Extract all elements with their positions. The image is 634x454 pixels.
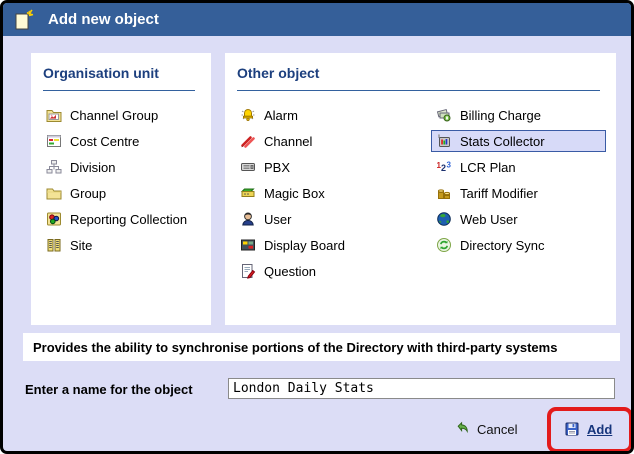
group-icon bbox=[46, 185, 62, 201]
site-icon bbox=[46, 237, 62, 253]
web-user-icon bbox=[436, 211, 452, 227]
object-name-input[interactable] bbox=[228, 378, 615, 399]
object-item-label: Stats Collector bbox=[460, 133, 545, 149]
billing-charge-icon bbox=[436, 107, 452, 123]
object-item-label: Question bbox=[264, 263, 317, 279]
object-name-label: Enter a name for the object bbox=[25, 382, 193, 397]
add-new-object-dialog: Add new object Organisation unit Channel… bbox=[0, 0, 634, 454]
pbx-icon bbox=[240, 159, 256, 175]
stats-collector-icon bbox=[436, 133, 452, 149]
object-item-label: User bbox=[264, 211, 292, 227]
organisation-unit-panel: Organisation unit Channel Group Cost Cen… bbox=[31, 53, 211, 325]
object-item-label: Alarm bbox=[264, 107, 298, 123]
other-object-column-1: Alarm Channel PBX Magic Box User Display… bbox=[235, 104, 431, 286]
description-bar: Provides the ability to synchronise port… bbox=[23, 333, 620, 361]
organisation-unit-list: Channel Group Cost Centre Division Group… bbox=[41, 104, 201, 256]
display-board-icon bbox=[240, 237, 256, 253]
tariff-modifier-icon bbox=[436, 185, 452, 201]
object-item-label: Division bbox=[70, 159, 116, 175]
directory-sync-icon bbox=[436, 237, 452, 253]
object-item-user[interactable]: User bbox=[235, 208, 431, 230]
object-item-question[interactable]: Question bbox=[235, 260, 431, 282]
object-item-label: Web User bbox=[460, 211, 518, 227]
object-item-label: Site bbox=[70, 237, 93, 253]
object-item-site[interactable]: Site bbox=[41, 234, 201, 256]
object-item-label: Tariff Modifier bbox=[460, 185, 538, 201]
object-item-pbx[interactable]: PBX bbox=[235, 156, 431, 178]
object-item-label: Reporting Collection bbox=[70, 211, 188, 227]
object-item-label: Billing Charge bbox=[460, 107, 541, 123]
object-item-stats-collector[interactable]: Stats Collector bbox=[431, 130, 606, 152]
object-item-label: Display Board bbox=[264, 237, 345, 253]
organisation-unit-heading: Organisation unit bbox=[43, 65, 159, 81]
cancel-button[interactable]: Cancel bbox=[454, 421, 517, 437]
reporting-collection-icon bbox=[46, 211, 62, 227]
object-item-division[interactable]: Division bbox=[41, 156, 201, 178]
alarm-icon bbox=[240, 107, 256, 123]
user-icon bbox=[240, 211, 256, 227]
object-item-channel[interactable]: Channel bbox=[235, 130, 431, 152]
other-object-heading: Other object bbox=[237, 65, 320, 81]
cancel-undo-icon bbox=[454, 421, 470, 437]
channel-icon bbox=[240, 133, 256, 149]
new-object-icon bbox=[12, 8, 36, 32]
title-bar: Add new object bbox=[3, 3, 631, 36]
object-item-reporting-collection[interactable]: Reporting Collection bbox=[41, 208, 201, 230]
dialog-title: Add new object bbox=[48, 11, 159, 28]
other-object-column-2: Billing Charge Stats Collector 123 LCR P… bbox=[431, 104, 606, 286]
object-item-web-user[interactable]: Web User bbox=[431, 208, 606, 230]
object-item-alarm[interactable]: Alarm bbox=[235, 104, 431, 126]
object-item-label: Cost Centre bbox=[70, 133, 140, 149]
object-item-lcr-plan[interactable]: 123 LCR Plan bbox=[431, 156, 606, 178]
object-item-label: Directory Sync bbox=[460, 237, 545, 253]
other-object-panel: Other object Alarm Channel PBX Magic Box… bbox=[225, 53, 616, 325]
object-item-label: Magic Box bbox=[264, 185, 325, 201]
save-floppy-icon bbox=[564, 421, 580, 437]
magic-box-icon bbox=[240, 185, 256, 201]
heading-divider bbox=[237, 90, 600, 91]
add-button[interactable]: Add bbox=[564, 421, 612, 437]
other-object-list: Alarm Channel PBX Magic Box User Display… bbox=[235, 104, 606, 286]
object-item-cost-centre[interactable]: Cost Centre bbox=[41, 130, 201, 152]
question-icon bbox=[240, 263, 256, 279]
object-item-directory-sync[interactable]: Directory Sync bbox=[431, 234, 606, 256]
object-item-group[interactable]: Group bbox=[41, 182, 201, 204]
object-item-label: LCR Plan bbox=[460, 159, 516, 175]
heading-divider bbox=[43, 90, 195, 91]
lcr-plan-icon: 123 bbox=[436, 159, 452, 175]
add-button-label: Add bbox=[587, 421, 613, 437]
object-item-magic-box[interactable]: Magic Box bbox=[235, 182, 431, 204]
object-item-label: Channel bbox=[264, 133, 313, 149]
cost-centre-icon bbox=[46, 133, 62, 149]
svg-text:3: 3 bbox=[447, 161, 452, 170]
object-item-label: PBX bbox=[264, 159, 291, 175]
channel-group-icon bbox=[46, 107, 62, 123]
object-item-label: Channel Group bbox=[70, 107, 159, 123]
cancel-button-label: Cancel bbox=[477, 421, 518, 437]
object-item-tariff-modifier[interactable]: Tariff Modifier bbox=[431, 182, 606, 204]
object-item-channel-group[interactable]: Channel Group bbox=[41, 104, 201, 126]
description-text: Provides the ability to synchronise port… bbox=[33, 339, 558, 355]
svg-text:2: 2 bbox=[441, 163, 446, 173]
division-icon bbox=[46, 159, 62, 175]
object-item-label: Group bbox=[70, 185, 107, 201]
object-item-billing-charge[interactable]: Billing Charge bbox=[431, 104, 606, 126]
object-item-display-board[interactable]: Display Board bbox=[235, 234, 431, 256]
